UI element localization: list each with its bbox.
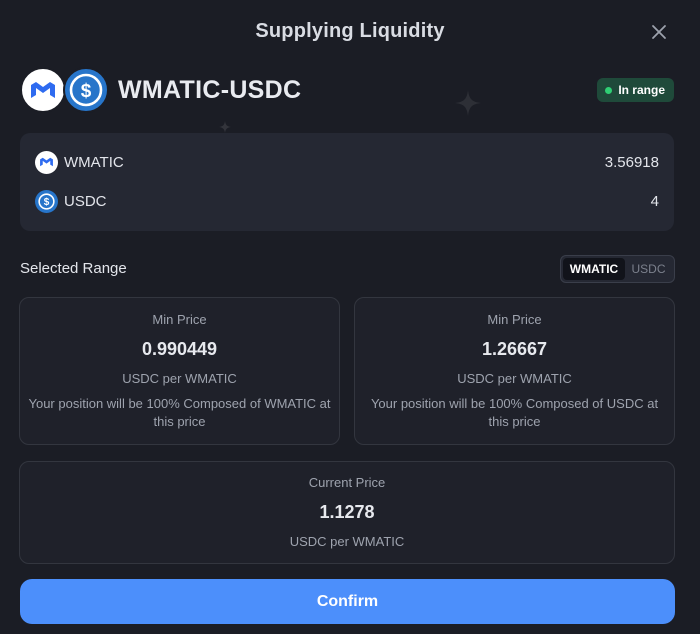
min-price-card: Min Price 0.990449 USDC per WMATIC Your …	[19, 297, 340, 445]
close-icon-glyph	[652, 25, 666, 39]
current-price-value: 1.1278	[319, 502, 375, 522]
max-price-description: Your position will be 100% Composed of U…	[370, 396, 659, 429]
supply-liquidity-modal: Supplying Liquidity $ WMATIC-USDC In ran…	[0, 0, 700, 634]
max-price-value: 1.26667	[481, 339, 548, 359]
status-badge-label: In range	[618, 83, 665, 97]
polygon-logo-icon	[20, 67, 66, 113]
sparkle-icon	[455, 90, 481, 116]
min-price-description: Your position will be 100% Composed of W…	[28, 396, 331, 429]
amount-row-usdc: $ USDC 4	[35, 188, 659, 214]
amount-symbol: USDC	[64, 192, 107, 210]
toggle-wmatic[interactable]: WMATIC	[563, 258, 625, 280]
usdc-logo-icon: $	[63, 67, 109, 113]
svg-text:$: $	[44, 197, 50, 208]
max-price-label: Min Price	[487, 312, 542, 327]
pair-header: $ WMATIC-USDC	[20, 67, 301, 113]
pair-name: WMATIC-USDC	[118, 75, 302, 104]
sparkle-icon	[219, 121, 231, 133]
min-price-value: 0.990449	[141, 339, 218, 359]
max-price-unit: USDC per WMATIC	[457, 371, 572, 386]
status-dot-icon	[605, 86, 613, 94]
amount-value: 4	[650, 192, 659, 210]
confirm-button[interactable]: Confirm	[20, 579, 675, 624]
toggle-usdc[interactable]: USDC	[625, 258, 672, 280]
status-badge: In range	[597, 78, 674, 102]
selected-range-label: Selected Range	[20, 260, 127, 277]
current-price-label: Current Price	[308, 475, 386, 490]
amount-row-wmatic: WMATIC 3.56918	[35, 149, 659, 175]
amount-symbol: WMATIC	[64, 153, 124, 171]
min-price-unit: USDC per WMATIC	[122, 371, 237, 386]
price-unit-toggle: WMATIC USDC	[560, 255, 675, 283]
polygon-logo-icon	[35, 150, 58, 174]
token-amounts-panel: WMATIC 3.56918 $ USDC 4	[20, 133, 674, 231]
amount-value: 3.56918	[604, 153, 659, 171]
current-price-card: Current Price 1.1278 USDC per WMATIC	[19, 461, 675, 564]
min-price-label: Min Price	[152, 312, 207, 327]
close-icon[interactable]	[648, 22, 670, 44]
current-price-unit: USDC per WMATIC	[289, 534, 405, 549]
modal-title: Supplying Liquidity	[255, 20, 445, 42]
svg-text:$: $	[81, 81, 92, 102]
max-price-card: Min Price 1.26667 USDC per WMATIC Your p…	[354, 297, 675, 445]
usdc-logo-icon: $	[35, 189, 58, 213]
